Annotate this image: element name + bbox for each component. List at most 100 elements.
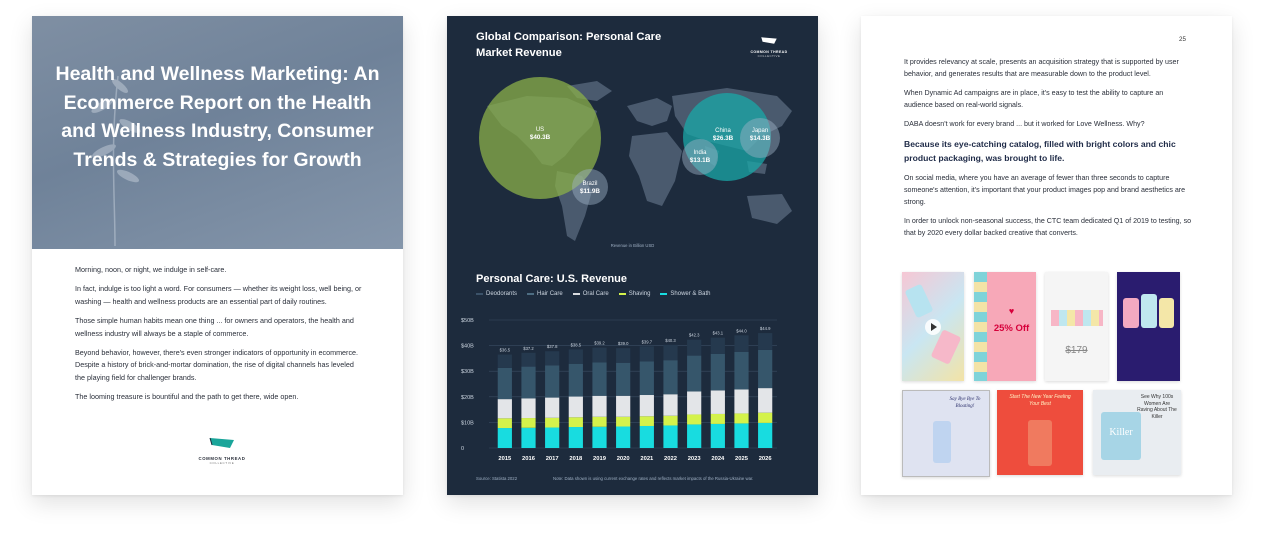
bar-segment	[663, 360, 678, 395]
bar-segment	[592, 426, 607, 448]
bar-segment	[758, 333, 773, 350]
bar-segment	[521, 418, 536, 428]
bar-segment	[521, 352, 536, 367]
bar-segment	[687, 391, 702, 415]
x-tick-label: 2017	[546, 456, 559, 462]
product-name: Killer	[1109, 427, 1133, 438]
paragraph: When Dynamic Ad campaigns are in place, …	[904, 89, 1164, 110]
bar-segment	[734, 413, 749, 424]
x-tick-label: 2023	[688, 456, 702, 462]
map-note: Revenue in Billion USD	[610, 243, 655, 248]
paragraph: In fact, indulge is too light a word. Fo…	[75, 284, 362, 306]
x-tick-label: 2018	[569, 456, 583, 462]
paragraph: The looming treasure is bountiful and th…	[75, 392, 299, 402]
y-tick-label: $30B	[461, 369, 474, 375]
paragraph: Those simple human habits mean one thing…	[75, 315, 354, 338]
paragraph: DABA doesn't work for every brand ... bu…	[904, 120, 1145, 128]
bar-segment	[687, 339, 702, 356]
paragraph: In order to unlock non-seasonal success,…	[904, 217, 1192, 238]
bar-segment	[616, 362, 631, 396]
product-row	[1051, 310, 1103, 326]
chart-legend: Deodorants Hair Care Oral Care Shaving S…	[476, 291, 710, 297]
bar-total-label: $44.9	[760, 326, 771, 331]
bar-segment	[687, 424, 702, 448]
bar-segment	[710, 337, 725, 354]
x-tick-label: 2015	[498, 456, 512, 462]
bar-segment	[734, 389, 749, 414]
ad-tile-products-purple[interactable]	[1117, 272, 1180, 381]
bar-segment	[639, 361, 654, 396]
price-text: $179	[1065, 345, 1088, 356]
bar-total-label: $43.1	[713, 331, 724, 336]
legend-swatch	[660, 293, 668, 295]
report-cover-page: Health and Wellness Marketing: An Ecomme…	[32, 16, 403, 495]
ad-tile-sale[interactable]: ♥ 25% Off	[974, 272, 1036, 381]
x-tick-label: 2016	[522, 456, 536, 462]
paragraph: On social media, where you have an avera…	[904, 173, 1186, 207]
bar-segment	[710, 353, 725, 391]
x-tick-label: 2021	[640, 456, 654, 462]
bar-segment	[734, 423, 749, 448]
intro-text: Morning, noon, or night, we indulge in s…	[75, 264, 365, 410]
legend-item: Deodorants	[476, 291, 517, 297]
us-revenue-stacked-bar-chart: 0 $10B $20B $30B $40B $50B $36.5 2015 $37.2 2016 $…	[461, 318, 777, 462]
us-revenue-title: Personal Care: U.S. Revenue	[476, 273, 628, 285]
bar-segment	[616, 395, 631, 417]
legend-item: Oral Care	[572, 291, 609, 297]
bar-segment	[639, 425, 654, 448]
legend-item: Shaving	[618, 291, 650, 297]
bar-segment	[758, 412, 773, 423]
heart-icon: ♥	[1008, 306, 1015, 316]
x-tick-label: 2026	[759, 456, 773, 462]
body-text: It provides relevancy at scale, presents…	[904, 56, 1192, 246]
bar-segment	[568, 349, 583, 364]
x-tick-label: 2024	[711, 456, 725, 462]
case-study-page: 25 It provides relevancy at scale, prese…	[861, 16, 1232, 495]
bar-segment	[521, 366, 536, 399]
bar-segment	[545, 397, 560, 418]
product-strip	[974, 272, 987, 381]
bar-total-label: $40.3	[665, 338, 676, 343]
bar-segment	[497, 428, 512, 448]
bar-segment	[734, 335, 749, 352]
bar-segment	[497, 354, 512, 368]
page-number: 25	[1179, 36, 1186, 43]
product-bottle	[1123, 298, 1139, 328]
bar-segment	[616, 348, 631, 363]
play-icon[interactable]	[925, 318, 941, 335]
product-bottle	[1141, 294, 1157, 328]
bar-segment	[545, 365, 560, 398]
bar-segment	[663, 344, 678, 361]
bar-segment	[545, 351, 560, 366]
legend-swatch	[476, 293, 483, 295]
x-tick-label: 2022	[664, 456, 677, 462]
ad-tile-bloating[interactable]: Say Bye Bye To Bloating!	[902, 390, 990, 477]
legend-item: Hair Care	[527, 291, 563, 297]
product-bottle	[904, 283, 934, 319]
bar-segment	[568, 417, 583, 428]
bar-segment	[568, 363, 583, 397]
ad-tile-new-year[interactable]: Start The New Year Feeling Your Best	[997, 390, 1083, 475]
ad-tile-video-pastel[interactable]	[902, 272, 964, 381]
bar-segment	[592, 347, 607, 363]
bar-segment	[521, 427, 536, 448]
ad-headline: Say Bye Bye To Bloating!	[949, 397, 981, 409]
paragraph: It provides relevancy at scale, presents…	[904, 58, 1179, 79]
product-bottle	[1028, 420, 1052, 466]
market-revenue-page: Global Comparison: Personal Care Market …	[447, 16, 818, 495]
bar-segment	[663, 394, 678, 416]
paragraph: Morning, noon, or night, we indulge in s…	[75, 265, 227, 274]
x-tick-label: 2020	[617, 456, 630, 462]
cover-title: Health and Wellness Marketing: An Ecomme…	[55, 63, 380, 171]
ad-tile-price[interactable]: $179	[1045, 272, 1108, 381]
bar-segment	[521, 398, 536, 419]
bar-segment	[710, 423, 725, 448]
ad-tile-killer[interactable]: See Why 100s Women Are Raving About The …	[1093, 390, 1181, 475]
bar-segment	[687, 355, 702, 392]
bar-segment	[545, 417, 560, 428]
us-bubble-label: US $40.3B	[529, 127, 551, 141]
legend-item: Shower & Bath	[660, 291, 710, 297]
bar-segment	[710, 413, 725, 424]
legend-swatch	[527, 293, 535, 295]
paragraph: Beyond behavior, however, there's even s…	[75, 347, 359, 382]
